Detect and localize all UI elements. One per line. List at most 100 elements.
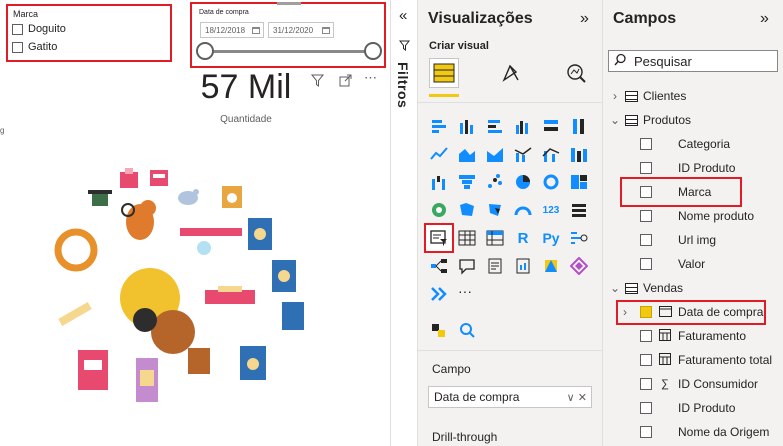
field-checkbox[interactable]	[640, 402, 652, 414]
paginated-report-icon[interactable]	[512, 255, 534, 277]
filters-label[interactable]: Filtros	[395, 62, 411, 108]
gauge-icon[interactable]	[512, 199, 534, 221]
field-checkbox[interactable]	[640, 330, 652, 342]
power-automate-flow-icon[interactable]	[428, 283, 450, 305]
search-visual-icon[interactable]	[456, 319, 478, 341]
checkbox[interactable]	[12, 41, 23, 53]
expand-fields-icon[interactable]: »	[760, 10, 769, 28]
field-actions-icon[interactable]: ∨ ✕	[567, 391, 587, 404]
end-date-value: 31/12/2020	[273, 25, 314, 35]
filled-map-icon[interactable]	[456, 199, 478, 221]
calendar-icon[interactable]	[322, 26, 330, 34]
clustered-column-chart-icon[interactable]	[512, 115, 534, 137]
format-painter-icon[interactable]	[428, 319, 450, 341]
field-id-produto-vendas[interactable]: · ID Produto	[603, 396, 783, 420]
field-faturamento[interactable]: Faturamento	[603, 324, 783, 348]
range-end-handle[interactable]	[364, 42, 382, 60]
marca-slicer[interactable]: Marca Doguito Gatito	[6, 4, 172, 62]
stacked-area-chart-icon[interactable]	[484, 143, 506, 165]
end-date-input[interactable]: 31/12/2020	[268, 22, 334, 38]
search-input[interactable]: Pesquisar	[608, 50, 778, 72]
more-visuals-icon[interactable]: ···	[458, 283, 472, 299]
format-visual-tab[interactable]	[496, 58, 526, 88]
table-clientes[interactable]: › Clientes	[603, 84, 783, 108]
marca-option-doguito[interactable]: Doguito	[12, 23, 66, 35]
r-script-visual-icon[interactable]: R	[512, 227, 534, 249]
focus-mode-icon[interactable]	[339, 74, 352, 90]
field-checkbox[interactable]	[640, 258, 652, 270]
drag-grip[interactable]	[277, 2, 301, 5]
analytics-tab[interactable]	[561, 58, 591, 88]
shape-map-icon[interactable]	[484, 199, 506, 221]
field-checkbox[interactable]	[640, 162, 652, 174]
multi-row-card-icon[interactable]	[568, 199, 590, 221]
table-icon[interactable]	[456, 227, 478, 249]
field-nome-da-origem[interactable]: · Nome da Origem	[603, 420, 783, 444]
collapse-filters-icon[interactable]: «	[399, 7, 407, 24]
treemap-icon[interactable]	[568, 171, 590, 193]
chevron-down-icon[interactable]: ⌄	[609, 281, 621, 295]
field-nome-produto[interactable]: · Nome produto	[603, 204, 783, 228]
field-categoria[interactable]: · Categoria	[603, 132, 783, 156]
ribbon-chart-icon[interactable]	[568, 143, 590, 165]
power-automate-icon[interactable]	[568, 255, 590, 277]
qa-visual-icon[interactable]	[456, 255, 478, 277]
field-checkbox[interactable]	[640, 378, 652, 390]
clustered-bar-chart-icon[interactable]	[484, 115, 506, 137]
field-checkbox[interactable]	[640, 210, 652, 222]
stacked-bar-chart-icon[interactable]	[428, 115, 450, 137]
field-valor[interactable]: · Valor	[603, 252, 783, 276]
map-icon[interactable]	[428, 199, 450, 221]
line-and-stacked-column-icon[interactable]	[512, 143, 534, 165]
field-checkbox[interactable]	[640, 354, 652, 366]
start-date-input[interactable]: 18/12/2018	[200, 22, 264, 38]
funnel-chart-icon[interactable]	[456, 171, 478, 193]
donut-chart-icon[interactable]	[540, 171, 562, 193]
stacked-column-chart-icon[interactable]	[456, 115, 478, 137]
more-options-icon[interactable]: ⋯	[364, 70, 377, 86]
field-checkbox[interactable]	[640, 426, 652, 438]
range-start-handle[interactable]	[196, 42, 214, 60]
100-percent-column-chart-icon[interactable]	[568, 115, 590, 137]
100-percent-bar-chart-icon[interactable]	[540, 115, 562, 137]
pie-chart-icon[interactable]	[512, 171, 534, 193]
field-id-consumidor[interactable]: ∑ ID Consumidor	[603, 372, 783, 396]
visualizations-pane: Visualizações » Criar visual 123 R Py ··…	[418, 0, 603, 446]
matrix-icon[interactable]	[484, 227, 506, 249]
fields-pane: Campos » Pesquisar › Clientes ⌄ Produtos…	[603, 0, 783, 446]
food-pack-icon	[188, 348, 210, 374]
field-url-img[interactable]: · Url img	[603, 228, 783, 252]
dog-icon	[126, 200, 156, 240]
smart-narrative-icon[interactable]	[484, 255, 506, 277]
line-chart-icon[interactable]	[428, 143, 450, 165]
table-produtos[interactable]: ⌄ Produtos	[603, 108, 783, 132]
field-faturamento-total[interactable]: Faturamento total	[603, 348, 783, 372]
table-icon	[625, 90, 638, 102]
table-vendas[interactable]: ⌄ Vendas	[603, 276, 783, 300]
python-visual-icon[interactable]: Py	[540, 227, 562, 249]
checkbox[interactable]	[12, 23, 23, 35]
calendar-icon[interactable]	[252, 26, 260, 34]
chevron-right-icon[interactable]: ›	[609, 89, 621, 103]
card-icon[interactable]: 123	[540, 199, 562, 221]
field-checkbox[interactable]	[640, 138, 652, 150]
build-visual-tab[interactable]	[429, 58, 459, 88]
decomposition-tree-icon[interactable]	[428, 255, 450, 277]
scatter-chart-icon[interactable]	[484, 171, 506, 193]
filters-pane-collapsed[interactable]: « Filtros	[390, 0, 418, 446]
chevron-down-icon[interactable]: ⌄	[609, 113, 621, 127]
date-slicer[interactable]: Data de compra 18/12/2018 31/12/2020	[190, 2, 386, 68]
field-checkbox[interactable]	[640, 234, 652, 246]
range-track[interactable]	[204, 50, 374, 53]
slicer-icon[interactable]	[424, 223, 454, 253]
line-and-clustered-column-icon[interactable]	[540, 143, 562, 165]
key-influencers-icon[interactable]	[568, 227, 590, 249]
marca-option-gatito[interactable]: Gatito	[12, 41, 57, 53]
field-well-value[interactable]: Data de compra ∨ ✕	[428, 386, 592, 408]
waterfall-chart-icon[interactable]	[428, 171, 450, 193]
expand-pane-icon[interactable]: »	[580, 10, 589, 28]
field-name: ID Produto	[678, 161, 736, 175]
filter-icon[interactable]	[310, 74, 325, 90]
power-apps-icon[interactable]	[540, 255, 562, 277]
area-chart-icon[interactable]	[456, 143, 478, 165]
